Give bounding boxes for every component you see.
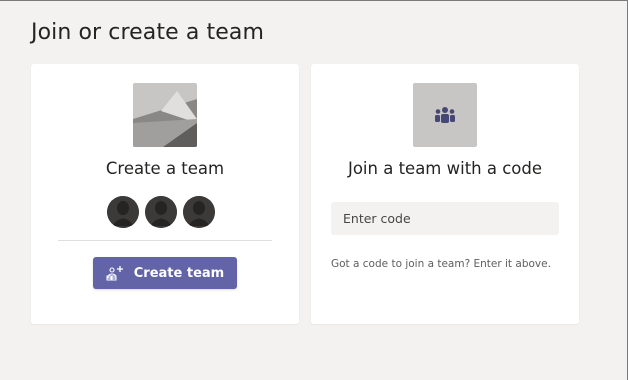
join-team-title: Join a team with a code [347,159,543,178]
code-input[interactable] [331,202,559,235]
create-team-title: Create a team [105,159,225,178]
team-image-placeholder [133,83,197,147]
page-title: Join or create a team [31,20,264,45]
avatar [145,196,177,228]
join-team-image [413,83,477,147]
avatar [107,196,139,228]
create-team-button-label: Create team [133,265,225,281]
join-team-card: Join a team with a code Got a code to jo… [311,64,579,324]
avatar-group [107,196,215,228]
person-silhouette-icon [145,196,177,228]
join-code-hint: Got a code to join a team? Enter it abov… [331,258,551,270]
person-silhouette-icon [183,196,215,228]
landscape-placeholder-icon [133,83,197,147]
divider [58,240,272,241]
team-people-icon [435,107,455,123]
avatar [183,196,215,228]
person-silhouette-icon [107,196,139,228]
add-team-icon [106,266,123,281]
create-team-card[interactable]: Create a team Create team [31,64,299,324]
create-team-button[interactable]: Create team [93,257,237,289]
